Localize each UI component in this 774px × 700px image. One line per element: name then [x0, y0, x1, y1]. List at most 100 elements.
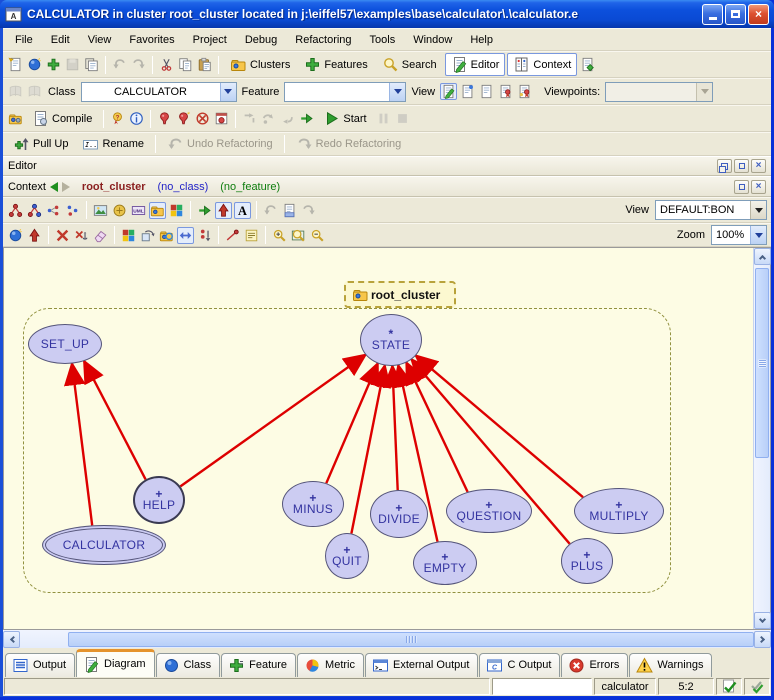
vertical-scroll-thumb[interactable]	[755, 268, 769, 458]
zoom-combo-arrow-icon[interactable]	[750, 226, 766, 244]
bon-uml-toggle-icon[interactable]	[111, 202, 128, 219]
tab-errors[interactable]: Errors	[561, 653, 628, 677]
scroll-down-icon[interactable]	[754, 612, 771, 629]
menu-edit[interactable]: Edit	[43, 32, 78, 48]
context-cluster[interactable]: root_cluster	[82, 181, 146, 193]
scroll-right-icon[interactable]	[754, 631, 771, 648]
tab-diagram[interactable]: Diagram	[76, 649, 155, 677]
class-node-set_up[interactable]: SET_UP	[28, 324, 102, 364]
paste-icon[interactable]	[196, 56, 213, 73]
rotate-icon[interactable]	[139, 227, 156, 244]
class-node-help[interactable]: +HELP	[133, 476, 185, 524]
scroll-up-icon[interactable]	[754, 248, 771, 265]
zoom-combobox[interactable]: 100%	[711, 225, 767, 245]
tab-external-output[interactable]: External Output	[365, 653, 478, 677]
inheritance-links-icon[interactable]	[7, 202, 24, 219]
save-all-icon[interactable]	[83, 56, 100, 73]
new-class-icon[interactable]	[7, 227, 24, 244]
menu-help[interactable]: Help	[462, 32, 501, 48]
cluster-label[interactable]: root_cluster	[344, 281, 456, 308]
copy-icon[interactable]	[177, 56, 194, 73]
close-button[interactable]: ×	[748, 4, 769, 25]
class-color-icon[interactable]	[168, 202, 185, 219]
menu-project[interactable]: Project	[185, 32, 235, 48]
inheritance-link[interactable]	[406, 363, 467, 492]
view-editor-icon[interactable]	[440, 83, 457, 100]
fill-color-icon[interactable]	[120, 227, 137, 244]
client-links-icon[interactable]	[26, 202, 43, 219]
zoom-out-icon[interactable]	[309, 227, 326, 244]
rename-button[interactable]: I.. Rename	[76, 133, 150, 156]
menu-tools[interactable]: Tools	[362, 32, 404, 48]
close-context-button[interactable]: ×	[751, 180, 766, 194]
class-node-multiply[interactable]: +MULTIPLY	[574, 488, 664, 534]
inheritance-link[interactable]	[392, 366, 397, 490]
scroll-left-icon[interactable]	[3, 631, 20, 648]
tab-metric[interactable]: Metric	[297, 653, 364, 677]
export-picture-icon[interactable]	[92, 202, 109, 219]
undock-button[interactable]	[717, 159, 732, 173]
cut-icon[interactable]	[158, 56, 175, 73]
class-combo-arrow-icon[interactable]	[220, 83, 236, 101]
editor-toggle-button[interactable]: Editor	[445, 53, 506, 76]
inheritance-link[interactable]	[72, 364, 92, 526]
show-labels-icon[interactable]: A	[234, 202, 251, 219]
class-node-divide[interactable]: +DIVIDE	[370, 490, 428, 538]
diagram-history-icon[interactable]	[281, 202, 298, 219]
zoom-fit-icon[interactable]	[290, 227, 307, 244]
menu-file[interactable]: File	[7, 32, 41, 48]
pull-up-button[interactable]: Pull Up	[7, 133, 74, 156]
uml-view-icon[interactable]: UML	[130, 202, 147, 219]
context-toggle-button[interactable]: Context	[507, 53, 577, 76]
menu-refactoring[interactable]: Refactoring	[287, 32, 359, 48]
compile-button[interactable]: Compile	[26, 107, 98, 130]
class-node-minus[interactable]: +MINUS	[282, 481, 344, 527]
diagram-view-combobox[interactable]: DEFAULT:BON	[655, 200, 767, 220]
diagram-canvas[interactable]: root_cluster SET_UP *STATE +HELPCALCULATOR +…	[4, 248, 753, 629]
tab-warnings[interactable]: Warnings	[629, 653, 712, 677]
project-settings-icon[interactable]	[7, 110, 24, 127]
precompile-icon[interactable]	[213, 110, 230, 127]
class-node-empty[interactable]: +EMPTY	[413, 541, 477, 585]
menu-window[interactable]: Window	[405, 32, 460, 48]
search-button[interactable]: Search	[376, 53, 443, 76]
notes-icon[interactable]	[243, 227, 260, 244]
tab-c-output[interactable]: CC Output	[479, 653, 560, 677]
inheritance-link[interactable]	[326, 364, 377, 484]
inheritance-link[interactable]	[180, 355, 365, 487]
delete-anchor-icon[interactable]	[73, 227, 90, 244]
spacing-icon[interactable]	[196, 227, 213, 244]
start-button[interactable]: Start	[317, 107, 372, 130]
menu-view[interactable]: View	[80, 32, 120, 48]
maximize-context-button[interactable]	[734, 180, 749, 194]
vertical-scrollbar[interactable]	[753, 248, 770, 629]
class-node-calculator[interactable]: CALCULATOR	[42, 525, 166, 565]
view-contract-icon[interactable]	[478, 83, 495, 100]
horizontal-scroll-thumb[interactable]	[68, 632, 754, 647]
crop-view-icon[interactable]	[158, 227, 175, 244]
run-icon[interactable]	[298, 110, 315, 127]
finalize-icon[interactable]	[175, 110, 192, 127]
menu-debug[interactable]: Debug	[237, 32, 285, 48]
open-icon[interactable]	[26, 56, 43, 73]
view-flat-contract-icon[interactable]	[516, 83, 533, 100]
title-bar[interactable]: A CALCULATOR in cluster root_cluster loc…	[0, 0, 774, 28]
link-tool-icon[interactable]	[224, 227, 241, 244]
menu-favorites[interactable]: Favorites	[121, 32, 182, 48]
context-back-icon[interactable]	[50, 182, 58, 192]
maximize-panel-button[interactable]	[734, 159, 749, 173]
new-document-icon[interactable]	[7, 56, 24, 73]
inheritance-link[interactable]	[416, 356, 583, 498]
clusters-button[interactable]: Clusters	[224, 53, 296, 76]
horizontal-scrollbar[interactable]	[3, 630, 771, 648]
add-icon[interactable]	[45, 56, 62, 73]
close-panel-button[interactable]: ×	[751, 159, 766, 173]
inheritance-link[interactable]	[84, 361, 146, 479]
open-in-new-window-icon[interactable]	[579, 56, 596, 73]
view-flat-icon[interactable]	[459, 83, 476, 100]
aggregate-links-icon[interactable]	[45, 202, 62, 219]
maximize-button[interactable]	[725, 4, 746, 25]
class-node-state[interactable]: *STATE	[360, 314, 422, 366]
cluster-legend-icon[interactable]	[64, 202, 81, 219]
diagram-view-arrow-icon[interactable]	[750, 201, 766, 219]
